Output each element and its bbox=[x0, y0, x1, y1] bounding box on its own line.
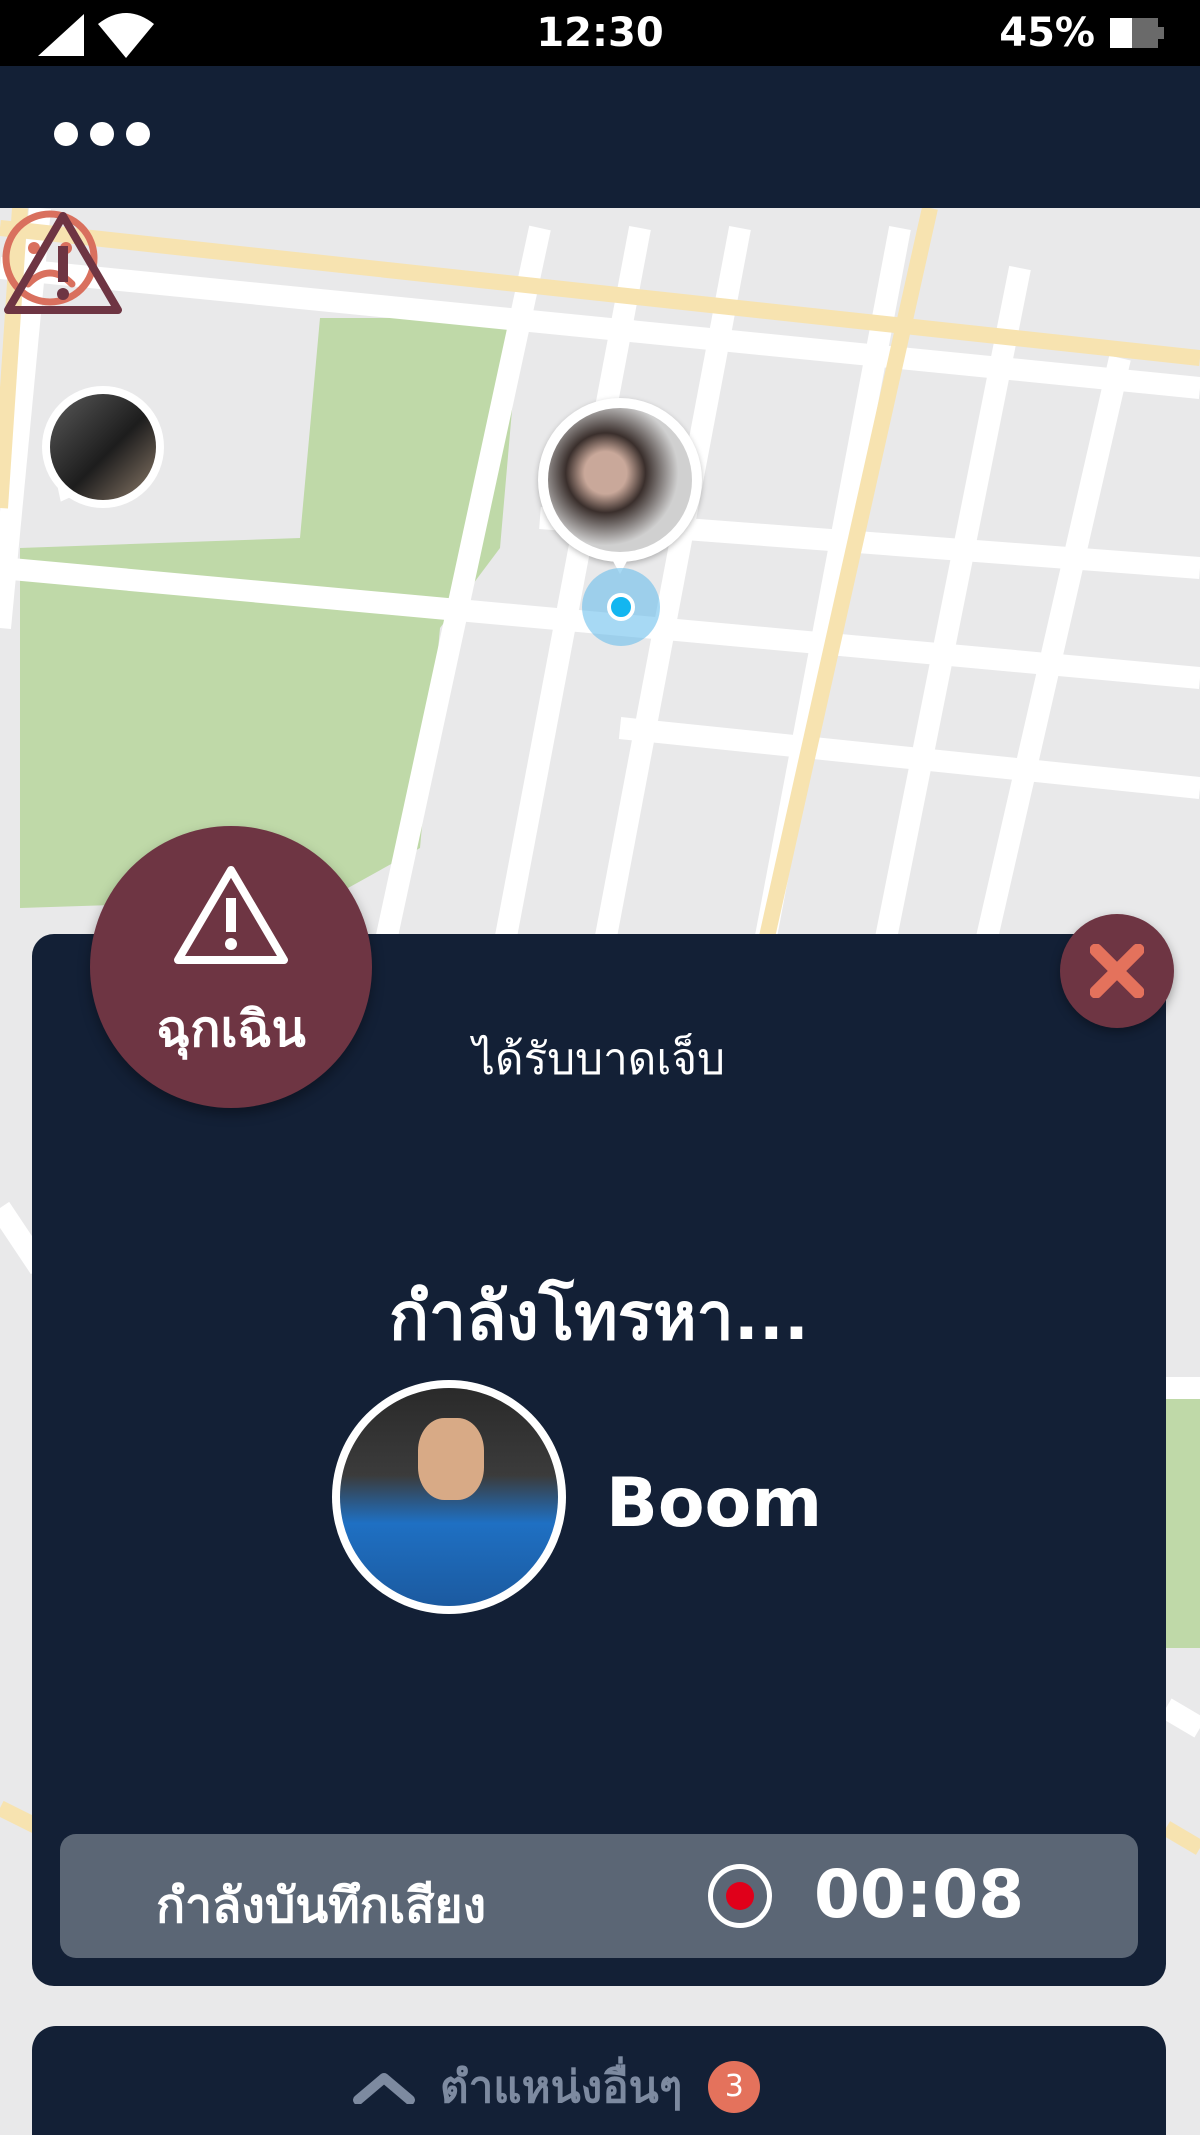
record-icon bbox=[708, 1864, 772, 1928]
count-badge: 3 bbox=[708, 2061, 761, 2113]
sheet-header[interactable]: ตำแหน่งอื่นๆ 3 bbox=[352, 2052, 761, 2122]
emergency-badge-label: ฉุกเฉิน bbox=[156, 1000, 306, 1058]
battery-percent: 45% bbox=[999, 10, 1095, 56]
contact-avatar bbox=[332, 1380, 566, 1614]
app-header bbox=[0, 66, 1200, 208]
close-icon bbox=[1090, 944, 1144, 998]
user-location-pin[interactable] bbox=[538, 398, 702, 574]
close-button[interactable] bbox=[1060, 914, 1174, 1028]
other-locations-sheet[interactable]: ตำแหน่งอื่นๆ 3 bbox=[32, 2026, 1166, 2135]
emergency-badge[interactable]: ฉุกเฉิน bbox=[90, 826, 372, 1108]
warning-icon bbox=[174, 866, 288, 964]
chevron-up-icon bbox=[353, 2073, 415, 2104]
recording-timer: 00:08 bbox=[814, 1856, 1025, 1933]
contact-photo bbox=[340, 1388, 558, 1606]
other-locations-label: ตำแหน่งอื่นๆ bbox=[440, 2062, 683, 2113]
friend-avatar bbox=[50, 394, 156, 500]
contact-name: Boom bbox=[606, 1464, 823, 1543]
recording-bar: กำลังบันทึกเสียง 00:08 bbox=[60, 1834, 1138, 1958]
calling-status: กำลังโทรหา... bbox=[389, 1278, 809, 1355]
user-avatar bbox=[548, 408, 692, 552]
battery-icon bbox=[1110, 18, 1164, 48]
recording-label: กำลังบันทึกเสียง bbox=[156, 1878, 487, 1934]
status-bar: 12:30 45% bbox=[0, 0, 1200, 66]
warning-icon[interactable] bbox=[0, 208, 126, 318]
friend-location-pin[interactable] bbox=[42, 386, 164, 509]
more-dots-icon[interactable] bbox=[54, 122, 150, 146]
current-location-dot bbox=[607, 593, 635, 621]
